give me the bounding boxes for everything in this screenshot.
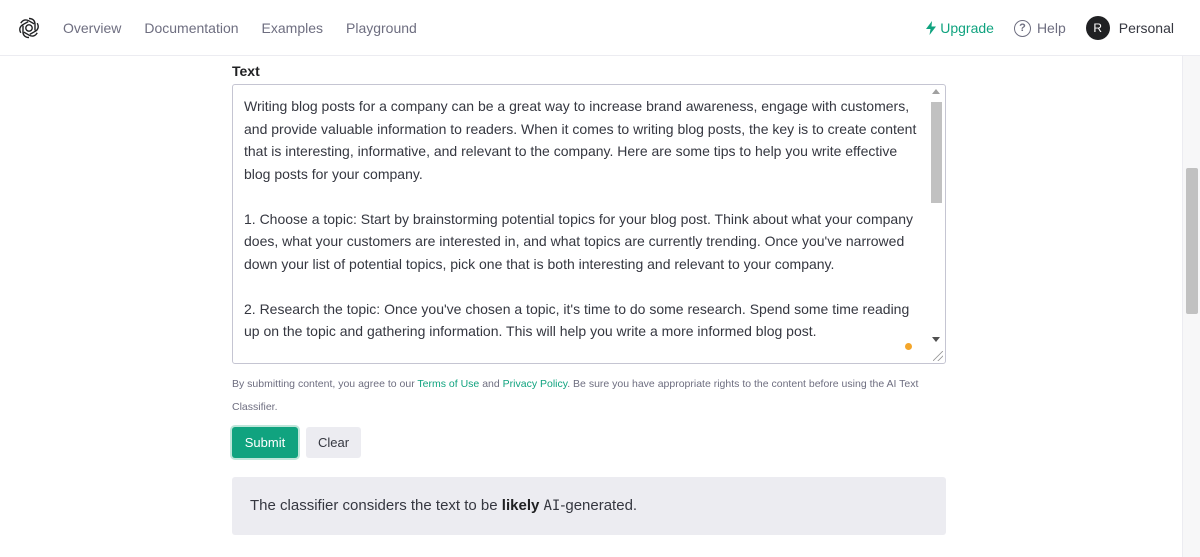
nav-overview-link[interactable]: Overview <box>63 20 121 36</box>
nav-examples-link[interactable]: Examples <box>262 20 323 36</box>
text-paragraph: 1. Choose a topic: Start by brainstormin… <box>244 210 913 272</box>
account-name: Personal <box>1118 20 1174 36</box>
text-field-label: Text <box>232 63 260 79</box>
help-label: Help <box>1036 20 1066 36</box>
grammar-indicator-icon[interactable] <box>905 343 912 350</box>
upgrade-button[interactable]: Upgrade <box>926 20 994 36</box>
question-circle-icon: ? <box>1013 19 1031 37</box>
result-text: The classifier considers the text to be … <box>250 497 637 514</box>
clear-button[interactable]: Clear <box>306 427 361 458</box>
disclaimer-text: and <box>479 378 503 390</box>
text-input-content[interactable]: Writing blog posts for a company can be … <box>244 95 924 363</box>
result-prefix: The classifier considers the text to be <box>250 497 502 514</box>
text-paragraph: Writing blog posts for a company can be … <box>244 98 917 182</box>
scroll-up-arrow-icon[interactable] <box>932 89 940 94</box>
terms-of-use-link[interactable]: Terms of Use <box>417 378 479 390</box>
lightning-bolt-icon <box>926 21 937 35</box>
page-scrollbar[interactable] <box>1182 56 1200 557</box>
textarea-scroll-thumb[interactable] <box>931 102 942 203</box>
text-paragraph: 2. Research the topic: Once you've chose… <box>244 300 910 340</box>
help-button[interactable]: ? Help <box>1013 19 1066 37</box>
resize-handle-icon[interactable] <box>933 351 943 361</box>
submit-button[interactable]: Submit <box>232 427 298 458</box>
avatar: R <box>1085 16 1110 40</box>
result-ai-term: AI <box>543 498 561 514</box>
privacy-policy-link[interactable]: Privacy Policy <box>503 378 568 390</box>
text-input-area[interactable]: Writing blog posts for a company can be … <box>232 84 946 364</box>
disclaimer-text: By submitting content, you agree to our <box>232 378 418 390</box>
account-nav: Upgrade ? Help R Personal <box>926 0 1174 56</box>
top-navigation-bar: Overview Documentation Examples Playgrou… <box>0 0 1200 56</box>
upgrade-label: Upgrade <box>940 20 994 36</box>
page-scroll-thumb[interactable] <box>1186 168 1198 314</box>
nav-documentation-link[interactable]: Documentation <box>144 20 238 36</box>
textarea-scrollbar[interactable] <box>929 86 944 348</box>
scroll-down-arrow-icon[interactable] <box>932 337 940 342</box>
primary-nav: Overview Documentation Examples Playgrou… <box>63 0 417 56</box>
result-suffix: -generated. <box>560 497 638 514</box>
nav-playground-link[interactable]: Playground <box>346 20 417 36</box>
openai-logo-icon[interactable] <box>17 16 41 40</box>
classification-result: The classifier considers the text to be … <box>232 477 946 535</box>
account-menu[interactable]: R Personal <box>1085 16 1174 40</box>
submission-disclaimer: By submitting content, you agree to our … <box>232 373 946 419</box>
result-verdict: likely <box>501 497 540 514</box>
